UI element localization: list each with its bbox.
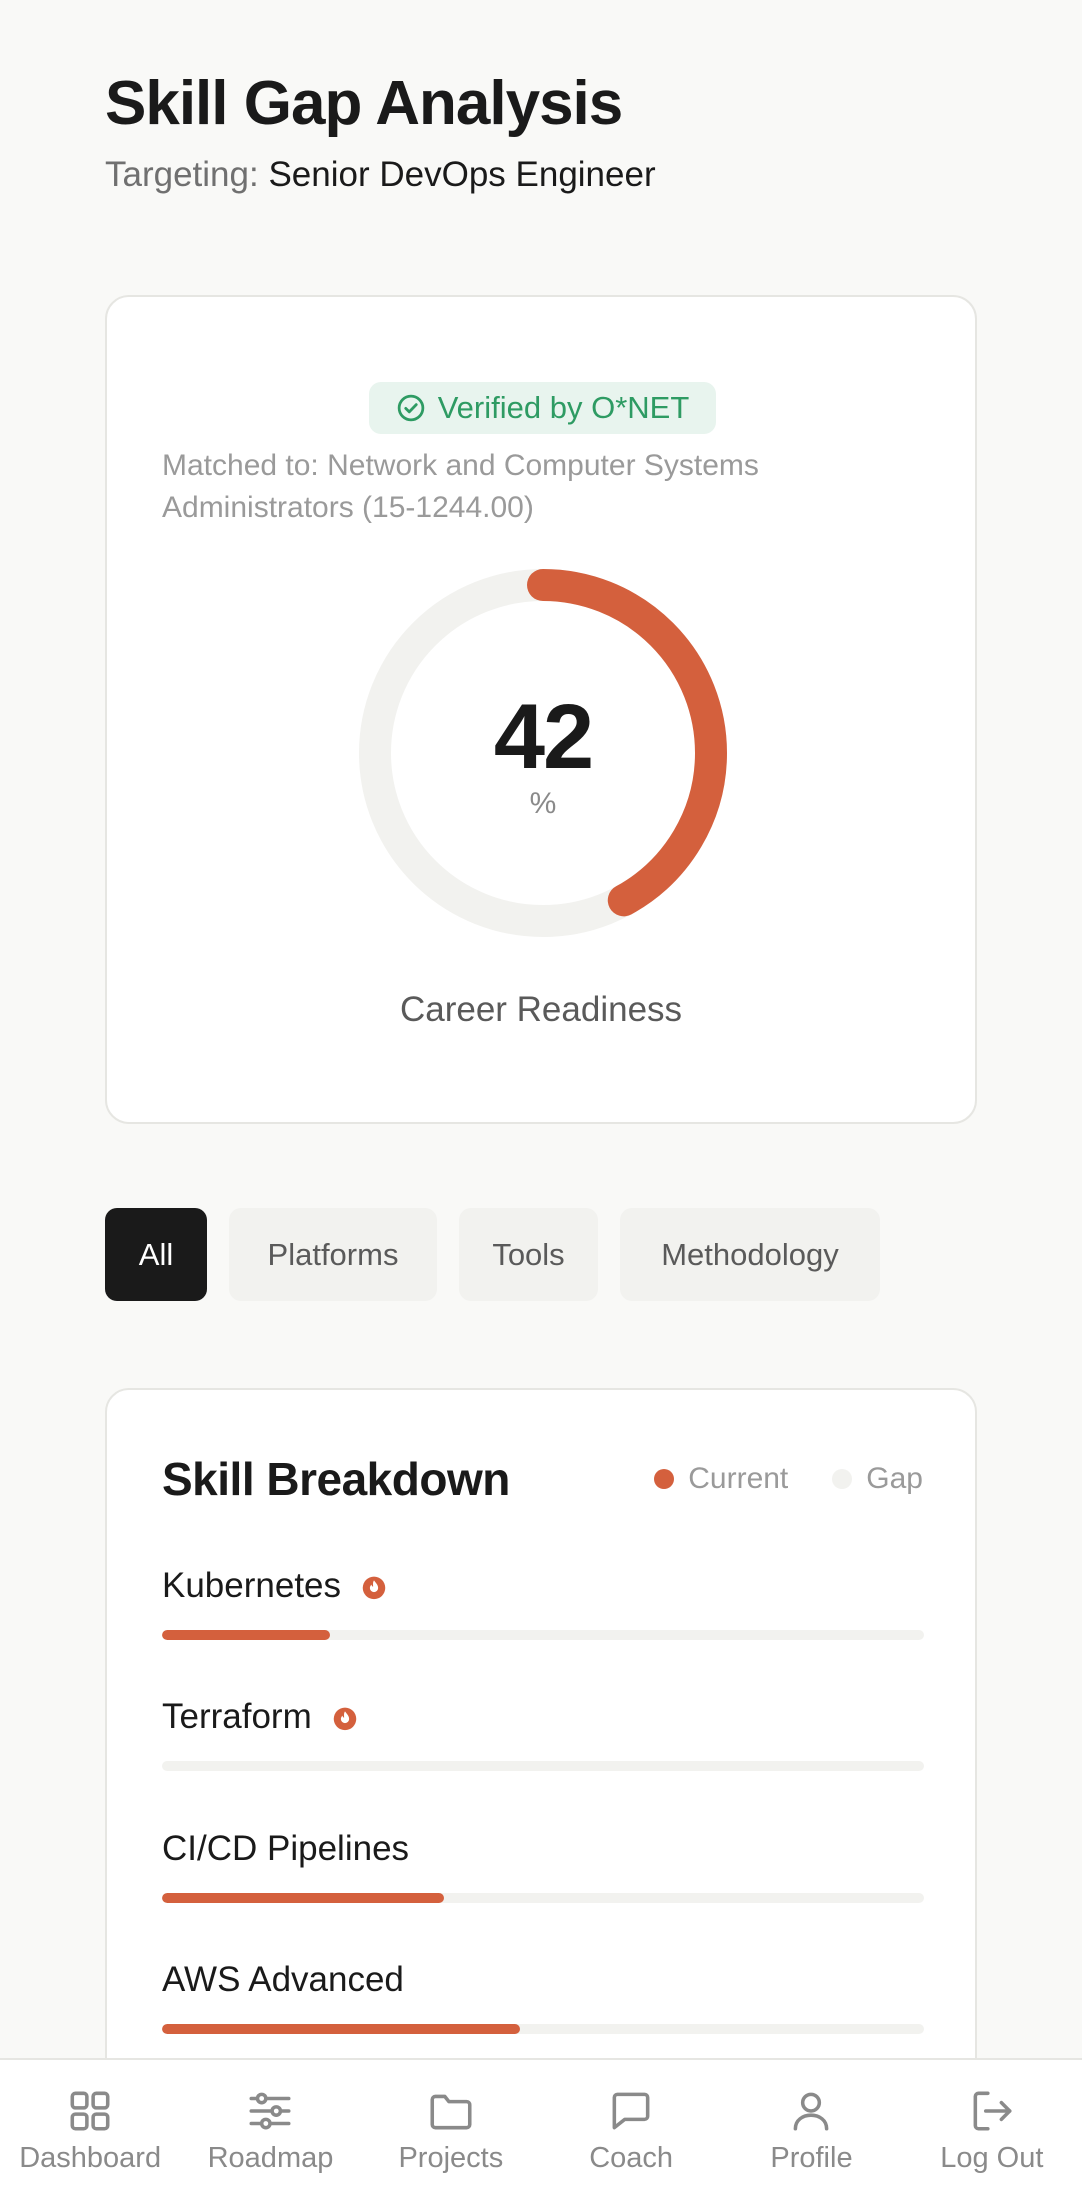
- verified-badge-label: Verified by O*NET: [437, 390, 690, 425]
- skill-row-cicd-pipelines[interactable]: CI/CD Pipelines: [162, 1825, 924, 1903]
- bottom-navigation: Dashboard Roadmap Projects Coach Profile…: [0, 2058, 1082, 2202]
- targeting-line: Targeting: Senior DevOps Engineer: [105, 154, 656, 196]
- skill-progress-fill: [162, 2024, 521, 2034]
- page-title: Skill Gap Analysis: [105, 69, 623, 138]
- legend-current-dot: [654, 1469, 675, 1489]
- legend-current-label: Current: [688, 1462, 789, 1495]
- filter-all[interactable]: All: [105, 1208, 207, 1301]
- nav-coach-label: Coach: [589, 2142, 674, 2174]
- page-header: Skill Gap Analysis Targeting: Senior Dev…: [105, 68, 656, 196]
- folder-icon: [430, 2094, 472, 2130]
- flame-icon: [333, 1707, 356, 1731]
- nav-projects-label: Projects: [398, 2142, 504, 2174]
- filter-tools[interactable]: Tools: [459, 1208, 598, 1301]
- readiness-value: 42: [493, 686, 594, 788]
- nav-logout[interactable]: Log Out: [902, 2060, 1082, 2202]
- user-icon: [794, 2092, 829, 2131]
- verified-badge: Verified by O*NET: [369, 382, 716, 434]
- skill-row-aws-advanced[interactable]: AWS Advanced: [162, 1956, 924, 2034]
- skill-gap-page: Skill Gap Analysis Targeting: Senior Dev…: [0, 0, 1082, 2202]
- skill-breakdown-title: Skill Breakdown: [162, 1453, 510, 1505]
- skill-row-kubernetes[interactable]: Kubernetes: [162, 1562, 924, 1640]
- legend-gap-label: Gap: [866, 1462, 923, 1495]
- skill-progress-fill: [162, 1630, 330, 1640]
- career-readiness-card: Verified by O*NET Matched to: Network an…: [105, 295, 977, 1124]
- log-out-icon: [973, 2091, 1012, 2131]
- nav-roadmap-label: Roadmap: [207, 2142, 334, 2174]
- nav-roadmap[interactable]: Roadmap: [180, 2060, 360, 2202]
- skill-progress-track: [162, 1630, 924, 1640]
- skill-name: AWS Advanced: [162, 1960, 404, 1999]
- skill-row-terraform[interactable]: Terraform: [162, 1693, 924, 1771]
- skill-progress-track: [162, 1893, 924, 1903]
- nav-projects[interactable]: Projects: [361, 2060, 541, 2202]
- skill-name: CI/CD Pipelines: [162, 1829, 410, 1868]
- grid-icon: [70, 2091, 110, 2131]
- chat-bubble-icon: [612, 2092, 650, 2130]
- skill-name: Kubernetes: [162, 1566, 342, 1605]
- targeting-label: Targeting:: [105, 155, 259, 194]
- sliders-icon: [249, 2092, 292, 2130]
- nav-profile[interactable]: Profile: [721, 2060, 901, 2202]
- flame-icon: [362, 1576, 386, 1600]
- skill-progress-track: [162, 1761, 924, 1771]
- nav-dashboard-label: Dashboard: [19, 2142, 162, 2174]
- nav-dashboard[interactable]: Dashboard: [0, 2060, 180, 2202]
- targeting-role: Senior DevOps Engineer: [268, 155, 656, 194]
- readiness-label: Career Readiness: [399, 990, 683, 1029]
- filter-methodology[interactable]: Methodology: [620, 1208, 880, 1301]
- readiness-unit: %: [529, 787, 557, 820]
- skill-name: Terraform: [162, 1697, 312, 1736]
- skill-progress-track: [162, 2024, 924, 2034]
- nav-logout-label: Log Out: [940, 2142, 1044, 2174]
- matched-occupation: Matched to: Network and Computer Systems…: [162, 449, 759, 524]
- filter-platforms[interactable]: Platforms: [229, 1208, 437, 1301]
- skill-progress-fill: [162, 1893, 444, 1903]
- check-circle-icon: [397, 394, 424, 422]
- nav-profile-label: Profile: [770, 2142, 853, 2174]
- category-filters: All Platforms Tools Methodology: [105, 1208, 880, 1301]
- breakdown-legend: Current Gap: [654, 1462, 923, 1496]
- nav-coach[interactable]: Coach: [541, 2060, 721, 2202]
- legend-gap-dot: [832, 1469, 853, 1489]
